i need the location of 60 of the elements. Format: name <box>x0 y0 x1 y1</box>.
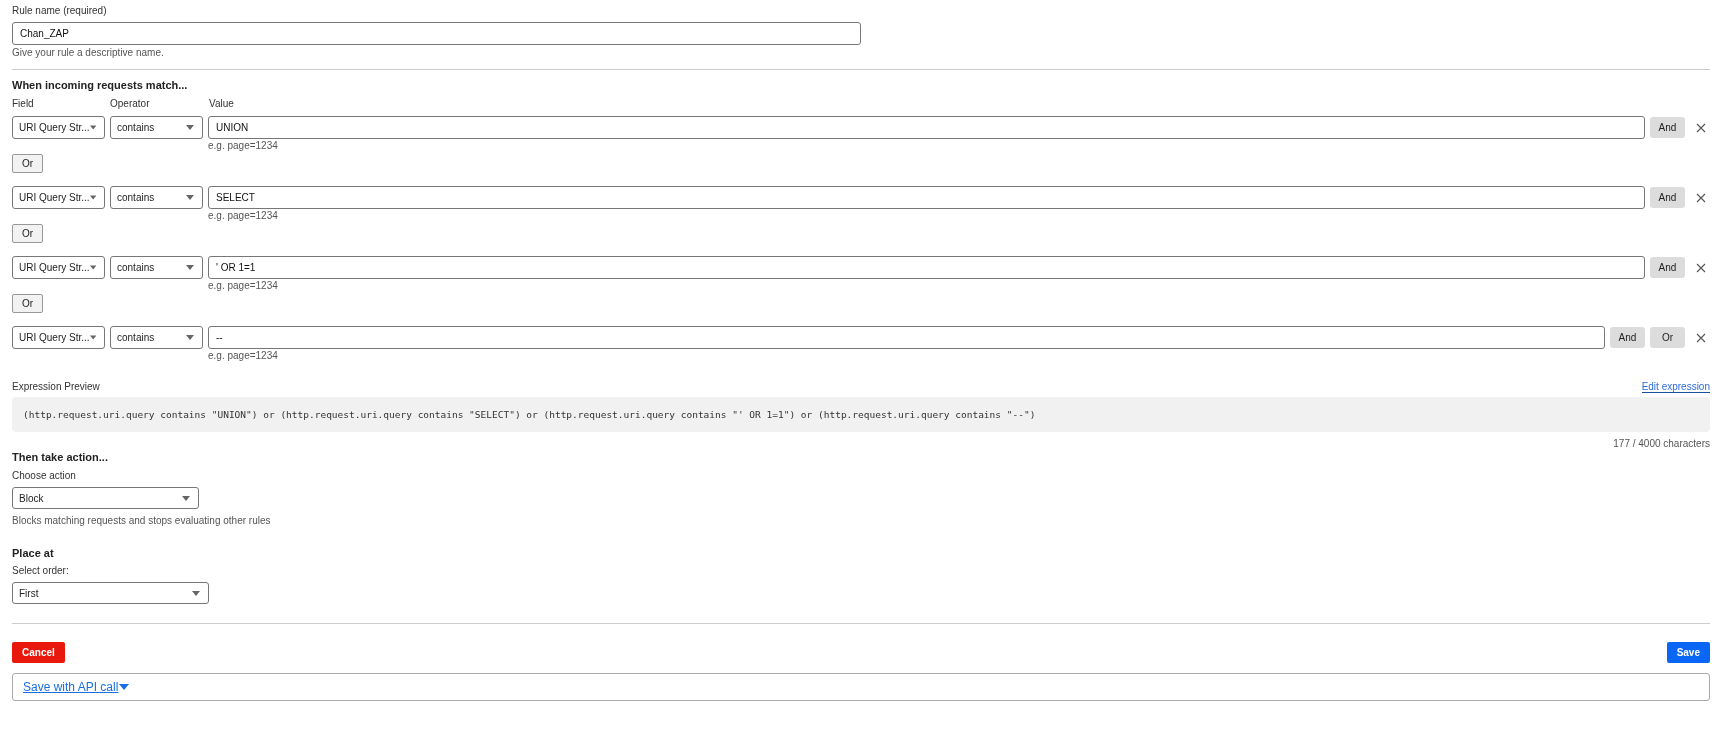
caret-icon <box>89 265 96 270</box>
logic-button[interactable]: And <box>1650 257 1685 278</box>
caret-icon <box>186 265 194 270</box>
hint-text: Give your rule a descriptive name. <box>12 47 165 59</box>
operator-dropdown[interactable]: contains <box>110 186 203 209</box>
rule-name-field[interactable]: Chan_ZAP <box>12 22 861 45</box>
hint-text: e.g. page=1234 <box>208 210 279 222</box>
column-label: Value <box>209 97 234 110</box>
field-label: Rule name (required) <box>12 4 108 17</box>
field-dropdown[interactable]: URI Query Str... <box>12 116 105 139</box>
field-label: Expression Preview <box>12 380 100 393</box>
value-field[interactable]: -- <box>208 326 1605 349</box>
field-label: Select order: <box>12 564 70 577</box>
hint-text: Blocks matching requests and stops evaluating other rules <box>12 515 272 527</box>
logic-button[interactable]: And <box>1650 117 1685 138</box>
caret-icon <box>182 495 190 501</box>
value-field[interactable]: SELECT <box>208 186 1645 209</box>
column-label: Field <box>12 97 35 110</box>
hint-text: e.g. page=1234 <box>208 140 279 152</box>
close-icon[interactable] <box>1696 263 1706 273</box>
order-dropdown[interactable]: First <box>12 582 209 604</box>
close-icon[interactable] <box>1696 123 1706 133</box>
logic-button[interactable]: And <box>1650 187 1685 208</box>
edit-expression-link[interactable]: Edit expression <box>1641 381 1710 393</box>
value-field[interactable]: ' OR 1=1 <box>208 256 1645 279</box>
caret-icon <box>186 125 194 130</box>
field-dropdown[interactable]: URI Query Str... <box>12 186 105 209</box>
hint-text: e.g. page=1234 <box>208 280 279 292</box>
value-field[interactable]: UNION <box>208 116 1645 139</box>
caret-icon[interactable] <box>119 684 130 690</box>
or-button[interactable]: Or <box>12 294 44 313</box>
hint-text: e.g. page=1234 <box>208 350 279 362</box>
close-icon[interactable] <box>1696 193 1706 203</box>
field-dropdown[interactable]: URI Query Str... <box>12 256 105 279</box>
or-button[interactable]: Or <box>12 154 44 173</box>
caret-icon <box>186 195 194 200</box>
operator-dropdown[interactable]: contains <box>110 326 203 349</box>
field-label: Choose action <box>12 469 77 482</box>
close-icon[interactable] <box>1696 333 1706 343</box>
field-dropdown[interactable]: URI Query Str... <box>12 326 105 349</box>
operator-dropdown[interactable]: contains <box>110 256 203 279</box>
caret-icon <box>89 335 96 340</box>
or-button[interactable]: Or <box>12 224 44 243</box>
expression-preview: (http.request.uri.query contains "UNION") or (http.request.uri.query contains "SELECT") or (http.request.uri.query contains "' OR 1=1") or (http.request.uri.query contains "--") <box>12 397 1710 432</box>
column-label: Operator <box>110 97 151 110</box>
caret-icon <box>89 195 96 200</box>
save-button[interactable]: Save <box>1666 642 1710 663</box>
character-count: 177 / 4000 characters <box>1612 438 1710 449</box>
caret-icon <box>192 590 200 596</box>
action-dropdown[interactable]: Block <box>12 487 199 509</box>
save-with-api-link[interactable]: Save with API call <box>23 680 130 694</box>
logic-button[interactable]: And <box>1610 327 1645 348</box>
caret-icon <box>89 125 96 130</box>
section-heading: When incoming requests match... <box>12 79 189 91</box>
logic-button[interactable]: Or <box>1650 327 1685 348</box>
section-heading: Then take action... <box>12 451 109 463</box>
operator-dropdown[interactable]: contains <box>110 116 203 139</box>
cancel-button[interactable]: Cancel <box>12 642 65 663</box>
caret-icon <box>186 335 194 340</box>
section-heading: Place at <box>12 547 55 559</box>
